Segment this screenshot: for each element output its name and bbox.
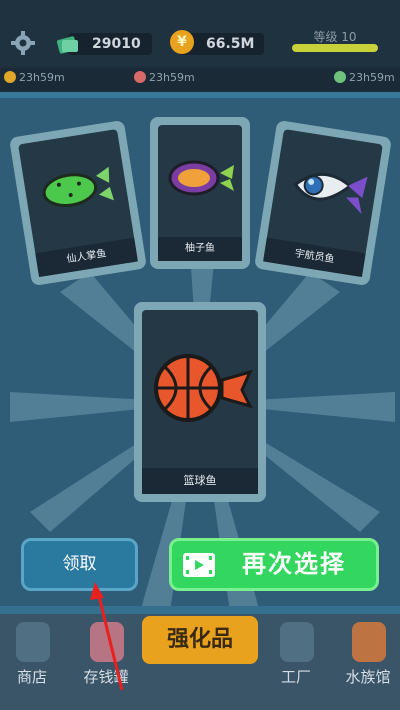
card-astronaut-fish: 宇航员鱼 bbox=[253, 119, 393, 287]
aquarium-icon bbox=[352, 622, 386, 662]
nav-piggy-bank[interactable]: 存钱罐 bbox=[72, 614, 140, 704]
pomelo-fish-icon bbox=[168, 160, 234, 196]
nav-piggy-label: 存钱罐 bbox=[83, 668, 129, 686]
card-label-basketball-fish: 篮球鱼 bbox=[142, 468, 258, 494]
nav-aquarium[interactable]: 水族馆 bbox=[334, 614, 400, 704]
card-label-pomelo-fish: 柚子鱼 bbox=[158, 237, 242, 261]
cash-icon bbox=[56, 36, 78, 54]
timers-row: 23h59m 23h59m 23h59m bbox=[0, 68, 400, 90]
level-label: 等级 10 bbox=[313, 30, 357, 44]
card-basketball-fish: 篮球鱼 bbox=[134, 302, 266, 502]
coin-value: 66.5M bbox=[206, 36, 255, 52]
coin-icon: ¥ bbox=[170, 30, 194, 54]
timer-3: 23h59m bbox=[334, 71, 395, 84]
cash-value: 29010 bbox=[92, 36, 141, 52]
card-label-astronaut-fish: 宇航员鱼 bbox=[263, 237, 366, 277]
choose-again-button[interactable]: 再次选择 bbox=[169, 538, 379, 591]
card-cactus-fish: 仙人掌鱼 bbox=[8, 119, 148, 287]
factory-icon bbox=[280, 622, 314, 662]
piggy-bank-icon bbox=[90, 622, 124, 662]
nav-factory[interactable]: 工厂 bbox=[262, 614, 330, 704]
nav-shop-label: 商店 bbox=[16, 668, 47, 686]
settings-gear-icon[interactable] bbox=[10, 30, 36, 56]
nav-shop[interactable]: 商店 bbox=[0, 614, 66, 704]
panel-bottom-border bbox=[0, 606, 400, 614]
panel-top-border bbox=[0, 92, 400, 98]
basketball-fish-icon bbox=[154, 354, 253, 422]
claim-button[interactable]: 领取 bbox=[21, 538, 138, 591]
level-indicator: 等级 10 bbox=[292, 28, 378, 54]
shop-icon bbox=[16, 622, 50, 662]
nav-aquarium-label: 水族馆 bbox=[345, 668, 391, 686]
level-progress-bar bbox=[292, 44, 378, 52]
card-label-cactus-fish: 仙人掌鱼 bbox=[35, 237, 138, 277]
choose-again-label: 再次选择 bbox=[242, 550, 346, 578]
timer-2: 23h59m bbox=[134, 71, 195, 84]
astronaut-fish-icon bbox=[293, 172, 368, 215]
nav-enhancements[interactable]: 强化品 bbox=[142, 616, 258, 664]
card-pomelo-fish: 柚子鱼 bbox=[150, 117, 250, 269]
nav-factory-label: 工厂 bbox=[280, 668, 311, 686]
timer-1: 23h59m bbox=[4, 71, 65, 84]
video-ad-icon bbox=[183, 553, 215, 577]
cactus-fish-icon bbox=[42, 166, 115, 207]
